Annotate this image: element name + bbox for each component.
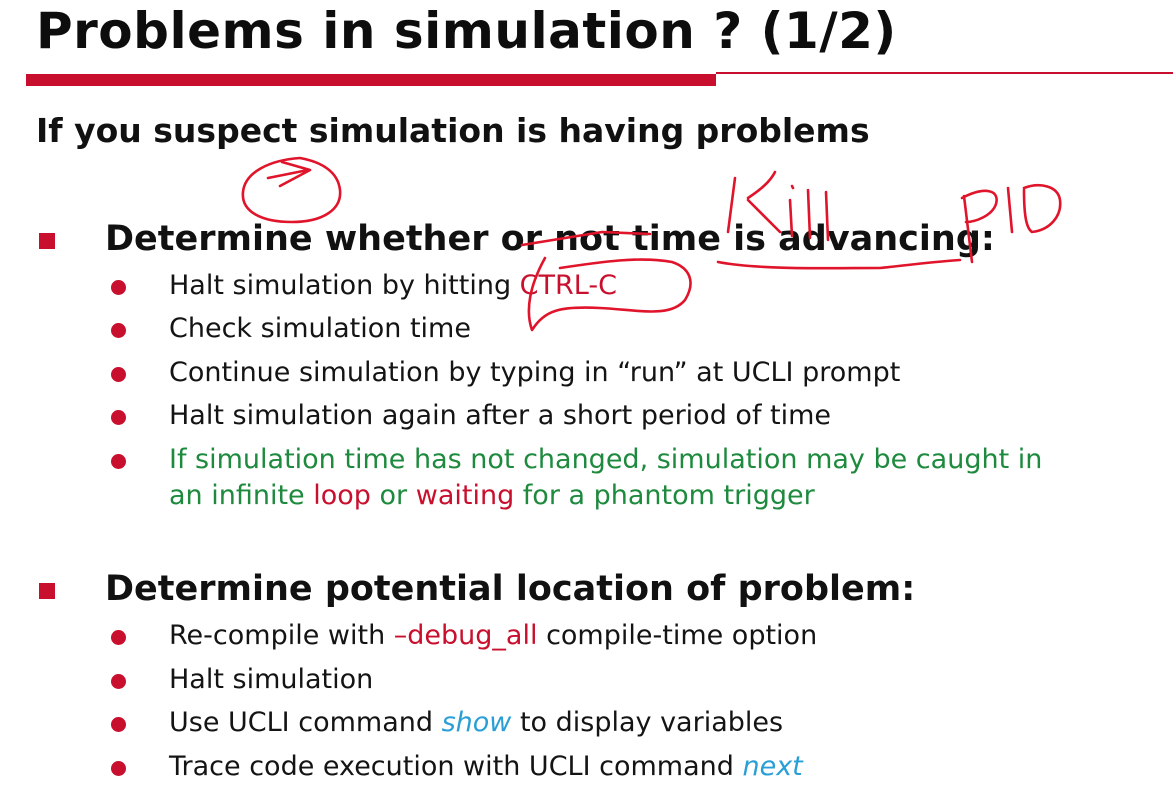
item-text: Use UCLI command [169,707,442,738]
show-command-keyword: show [441,707,512,738]
item-text: an infinite [169,480,314,511]
slide-subtitle: If you suspect simulation is having prob… [36,111,870,150]
bullet-dot-icon [111,630,126,645]
item-text: compile-time option [537,620,818,651]
title-underline-thick [26,74,716,86]
section-heading-time-advancing: Determine whether or not time is advanci… [105,219,995,259]
list-item: Use UCLI command show to display variabl… [169,707,783,738]
section-bullet-square-icon [39,233,55,249]
item-text: or [370,480,416,511]
section-bullet-square-icon [39,583,55,599]
underline-annotation [716,258,962,270]
list-item-infinite-loop-line1: If simulation time has not changed, simu… [169,444,1043,475]
item-text: to display variables [511,707,784,738]
list-item: Halt simulation [169,664,374,695]
item-text: Re-compile with [169,620,394,651]
item-text: for a phantom trigger [514,480,815,511]
bullet-dot-icon [111,674,126,689]
bullet-dot-icon [111,761,126,776]
bullet-dot-icon [111,323,126,338]
list-item: Trace code execution with UCLI command n… [169,751,803,782]
bullet-dot-icon [111,717,126,732]
item-text: Halt simulation by hitting [169,270,520,301]
list-item: Halt simulation by hitting CTRL-C [169,270,617,301]
bullet-dot-icon [111,280,126,295]
list-item: Re-compile with –debug_all compile-time … [169,620,817,651]
list-item: Check simulation time [169,313,471,344]
next-command-keyword: next [742,751,803,782]
list-item: Continue simulation by typing in “run” a… [169,357,901,388]
gt-sign-annotation [266,160,312,188]
item-text: Trace code execution with UCLI command [169,751,743,782]
list-item: Halt simulation again after a short peri… [169,400,832,431]
debug-all-keyword: –debug_all [393,620,538,651]
bullet-dot-icon [111,410,126,425]
loop-keyword: loop [313,480,371,511]
list-item-infinite-loop-line2: an infinite loop or waiting for a phanto… [169,480,815,511]
ctrl-c-keyword: CTRL-C [519,270,617,301]
circled-gt-annotation [241,156,342,224]
section-heading-problem-location: Determine potential location of problem: [105,569,916,609]
waiting-keyword: waiting [415,480,515,511]
title-underline-thin [716,72,1173,74]
bullet-dot-icon [111,454,126,469]
bullet-dot-icon [111,367,126,382]
slide-title: Problems in simulation ? (1/2) [36,2,897,60]
